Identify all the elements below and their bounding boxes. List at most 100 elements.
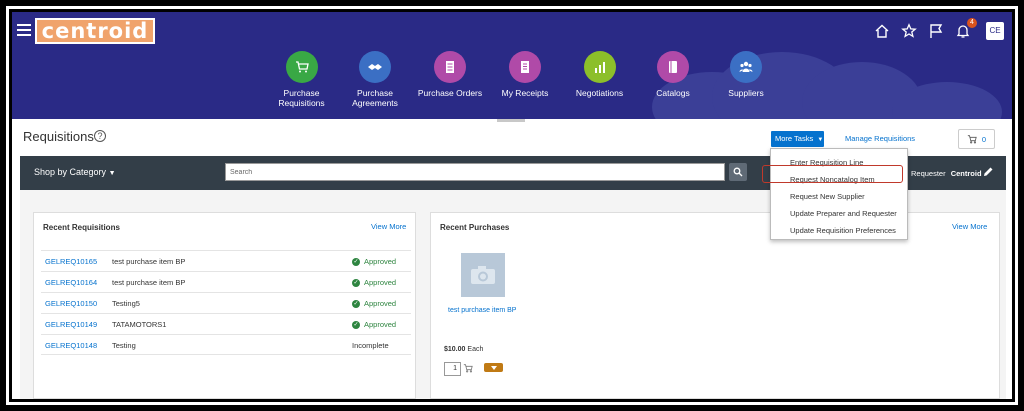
status-label: Approved <box>364 257 397 266</box>
recent-purchases-panel: Recent Purchases View More test purchase… <box>430 212 1000 399</box>
handshake-icon <box>359 51 391 83</box>
people-icon <box>730 51 762 83</box>
nav-item-label: Purchase Orders <box>417 88 483 98</box>
quantity-field[interactable]: 1 <box>444 362 461 376</box>
check-circle-icon: ✓ <box>352 320 360 329</box>
requisition-description: Testing5 <box>112 299 140 308</box>
receipt-icon <box>509 51 541 83</box>
requisition-status: ✓ Approved <box>352 320 396 329</box>
requisition-status: Incomplete <box>352 341 389 350</box>
home-icon[interactable] <box>874 23 890 39</box>
global-icons: 4 CE <box>874 18 1004 40</box>
notifications-bell-icon[interactable]: 4 <box>955 18 977 39</box>
requisition-status: ✓ Approved <box>352 299 396 308</box>
nav-item-negotiations[interactable]: Negotiations <box>562 51 637 108</box>
menu-item-enter-requisition-line[interactable]: Enter Requisition Line <box>771 155 907 171</box>
flag-icon[interactable] <box>928 23 944 39</box>
nav-item-purchase-agreements[interactable]: Purchase Agreements <box>338 51 412 108</box>
search-input[interactable] <box>225 163 725 181</box>
table-row: GELREQ10165 test purchase item BP ✓ Approve… <box>41 250 411 271</box>
menu-item-request-new-supplier[interactable]: Request New Supplier <box>771 189 907 205</box>
requisition-id-link[interactable]: GELREQ10164 <box>45 278 97 287</box>
app-screen: centroid 4 CE Purchase Requisitions Purch… <box>12 12 1012 399</box>
manage-requisitions-link[interactable]: Manage Requisitions <box>845 134 915 143</box>
menu-item-update-preparer-and-requester[interactable]: Update Preparer and Requester <box>771 206 907 222</box>
more-tasks-menu: Enter Requisition Line Request Noncatalog… <box>770 148 908 240</box>
requisition-status: ✓ Approved <box>352 278 396 287</box>
product-name-link[interactable]: test purchase item BP <box>448 307 516 314</box>
caret-down-icon: ▼ <box>817 137 824 143</box>
nav-item-label: Purchase Requisitions <box>278 88 325 108</box>
requisition-id-link[interactable]: GELREQ10150 <box>45 299 97 308</box>
recent-purchases-title: Recent Purchases <box>440 223 510 232</box>
table-row: GELREQ10149 TATAMOTORS1 ✓ Approved <box>41 313 411 334</box>
product-price: $10.00 Each <box>444 346 483 353</box>
caret-down-icon <box>490 365 497 370</box>
nav-item-label: Suppliers <box>728 88 764 98</box>
document-icon <box>434 51 466 83</box>
menu-item-request-noncatalog-item[interactable]: Request Noncatalog Item <box>771 172 907 188</box>
price-unit: Each <box>467 346 484 353</box>
nav-item-catalogs[interactable]: Catalogs <box>637 51 709 108</box>
status-label: Approved <box>364 278 397 287</box>
requisition-description: test purchase item BP <box>112 278 186 287</box>
table-row: GELREQ10148 Testing Incomplete <box>41 334 411 355</box>
shop-by-category-label: Shop by Category <box>34 167 107 177</box>
notification-count-badge: 4 <box>967 18 977 28</box>
caret-down-icon: ▼ <box>108 170 116 177</box>
shopping-cart-button[interactable]: 0 <box>958 129 995 149</box>
cart-icon <box>967 135 977 144</box>
requisition-id-link[interactable]: GELREQ10165 <box>45 257 97 266</box>
search-icon <box>733 167 743 177</box>
product-image-placeholder[interactable] <box>461 253 505 297</box>
cart-icon <box>285 51 318 83</box>
add-to-cart-icon[interactable] <box>463 363 473 373</box>
nav-item-label: Purchase Agreements <box>352 88 398 108</box>
check-circle-icon: ✓ <box>352 278 360 287</box>
user-avatar[interactable]: CE <box>986 22 1004 40</box>
nav-item-purchase-orders[interactable]: Purchase Orders <box>412 51 488 108</box>
status-label: Incomplete <box>352 341 389 350</box>
requisition-description: TATAMOTORS1 <box>112 320 167 329</box>
more-tasks-label: More Tasks <box>775 134 814 143</box>
help-icon[interactable]: ? <box>94 130 106 142</box>
star-icon[interactable] <box>901 23 917 39</box>
requester-label: Requester <box>911 169 946 178</box>
requester-value: Centroid <box>950 169 982 178</box>
add-options-dropdown-button[interactable] <box>484 363 503 372</box>
price-value: $10.00 <box>444 346 466 353</box>
shop-by-category-menu[interactable]: Shop by Category ▼ <box>34 167 116 177</box>
collapse-header-handle[interactable] <box>497 119 525 122</box>
recent-purchases-view-more-link[interactable]: View More <box>952 222 987 231</box>
requisition-id-link[interactable]: GELREQ10148 <box>45 341 97 350</box>
recent-requisitions-view-more-link[interactable]: View More <box>371 222 406 231</box>
nav-item-suppliers[interactable]: Suppliers <box>709 51 783 108</box>
nav-item-purchase-requisitions[interactable]: Purchase Requisitions <box>265 51 338 108</box>
recent-requisitions-title: Recent Requisitions <box>43 223 120 232</box>
check-circle-icon: ✓ <box>352 299 360 308</box>
requester-info: Requester Centroid <box>911 169 982 178</box>
book-icon <box>657 51 689 83</box>
screenshot-frame: centroid 4 CE Purchase Requisitions Purch… <box>6 6 1018 405</box>
table-row: GELREQ10150 Testing5 ✓ Approved <box>41 292 411 313</box>
camera-icon <box>471 266 495 284</box>
cart-count: 0 <box>981 134 987 144</box>
table-row: GELREQ10164 test purchase item BP ✓ Approve… <box>41 271 411 292</box>
edit-pencil-icon[interactable] <box>982 166 994 178</box>
requisitions-list: GELREQ10165 test purchase item BP ✓ Approve… <box>41 250 411 355</box>
requisition-status: ✓ Approved <box>352 257 396 266</box>
requisition-description: Testing <box>112 341 136 350</box>
more-tasks-button[interactable]: More Tasks ▼ <box>771 131 824 147</box>
menu-item-update-requisition-preferences[interactable]: Update Requisition Preferences <box>771 223 907 239</box>
status-label: Approved <box>364 299 397 308</box>
nav-item-my-receipts[interactable]: My Receipts <box>488 51 562 108</box>
nav-item-label: Catalogs <box>656 88 690 98</box>
recent-requisitions-panel: Recent Requisitions View More GELREQ1016… <box>33 212 416 399</box>
menu-icon[interactable] <box>17 24 31 36</box>
requisition-id-link[interactable]: GELREQ10149 <box>45 320 97 329</box>
nav-item-label: My Receipts <box>501 88 549 98</box>
page-title: Requisitions <box>23 129 94 144</box>
centroid-logo: centroid <box>35 18 155 44</box>
global-header: centroid 4 CE Purchase Requisitions Purch… <box>12 12 1012 119</box>
search-button[interactable] <box>729 163 747 181</box>
